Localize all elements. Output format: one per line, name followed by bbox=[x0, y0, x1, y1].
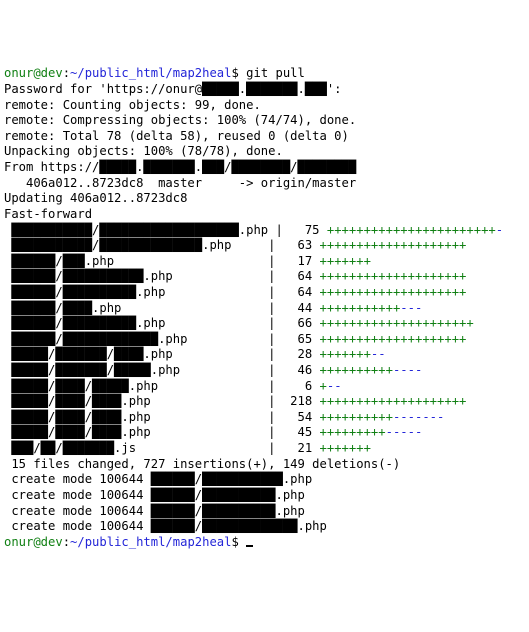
diffstat-row: ██████/███████████.php | 64 ++++++++++++… bbox=[4, 269, 525, 285]
fast-forward: Fast-forward bbox=[4, 207, 525, 223]
diffstat-row: ██████/██████████.php | 66 +++++++++++++… bbox=[4, 316, 525, 332]
diffstat-row: █████/███████/████.php | 28 +++++++-- bbox=[4, 347, 525, 363]
diffstat-row: █████/████/█████.php | 6 +-- bbox=[4, 379, 525, 395]
diffstat-row: █████/████/████.php | 45 +++++++++----- bbox=[4, 425, 525, 441]
remote-total: remote: Total 78 (delta 58), reused 0 (d… bbox=[4, 129, 525, 145]
diffstat-row: ██████/███.php | 17 +++++++ bbox=[4, 254, 525, 270]
password-prompt: Password for 'https://onur@█████.███████… bbox=[4, 82, 525, 98]
diffstat-row: █████/███████/█████.php | 46 ++++++++++-… bbox=[4, 363, 525, 379]
diffstat-row: ██████/█████████████.php | 65 ++++++++++… bbox=[4, 332, 525, 348]
remote-count: remote: Counting objects: 99, done. bbox=[4, 98, 525, 114]
remote-compress: remote: Compressing objects: 100% (74/74… bbox=[4, 113, 525, 129]
diffstat-row: █████/████/████.php | 218 ++++++++++++++… bbox=[4, 394, 525, 410]
prompt-line[interactable]: onur@dev:~/public_html/map2heal$ git pul… bbox=[4, 66, 525, 82]
prompt-line[interactable]: onur@dev:~/public_html/map2heal$ bbox=[4, 535, 525, 551]
diffstat-row: ██████/██████████.php | 64 +++++++++++++… bbox=[4, 285, 525, 301]
terminal-output: onur@dev:~/public_html/map2heal$ git pul… bbox=[4, 66, 525, 550]
summary-line: 15 files changed, 727 insertions(+), 149… bbox=[4, 457, 525, 473]
updating-line: Updating 406a012..8723dc8 bbox=[4, 191, 525, 207]
create-mode-line: create mode 100644 ██████/███████████.ph… bbox=[4, 472, 525, 488]
unpack: Unpacking objects: 100% (78/78), done. bbox=[4, 144, 525, 160]
diffstat-row: ███████████/██████████████.php | 63 ++++… bbox=[4, 238, 525, 254]
diffstat-row: ██████/████.php | 44 +++++++++++--- bbox=[4, 301, 525, 317]
cursor bbox=[246, 545, 253, 547]
create-mode-line: create mode 100644 ██████/██████████.php bbox=[4, 488, 525, 504]
branch-line: 406a012..8723dc8 master -> origin/master bbox=[4, 176, 525, 192]
create-mode-line: create mode 100644 ██████/█████████████.… bbox=[4, 519, 525, 535]
diffstat-row: ███████████/███████████████████.php | 75… bbox=[4, 223, 525, 239]
diffstat-row: ███/██/███████.js | 21 +++++++ bbox=[4, 441, 525, 457]
from-line: From https://█████.███████.███/████████/… bbox=[4, 160, 525, 176]
create-mode-line: create mode 100644 ██████/██████████.php bbox=[4, 504, 525, 520]
diffstat-row: █████/████/████.php | 54 ++++++++++-----… bbox=[4, 410, 525, 426]
